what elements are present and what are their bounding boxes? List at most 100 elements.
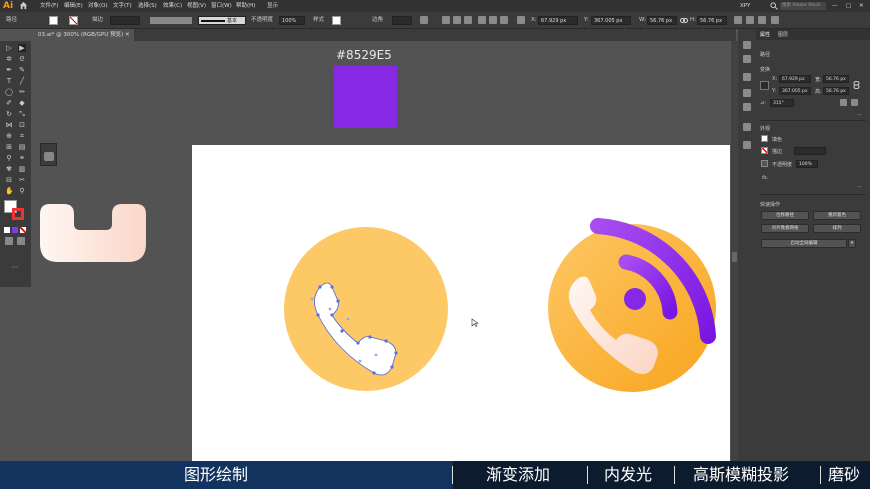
align-pixel-grid-button[interactable]: 对齐像素网格 xyxy=(761,224,809,233)
direct-selection-tool-icon[interactable]: ▶ xyxy=(18,44,26,52)
mesh-tool-icon[interactable]: ⊞ xyxy=(5,143,13,151)
phone-icon-draft[interactable] xyxy=(282,225,450,393)
menu-display[interactable]: 显示 xyxy=(267,0,278,12)
workspace-switcher[interactable]: XPY xyxy=(740,0,750,12)
panel-y-input[interactable]: 367.005 px xyxy=(779,87,811,95)
align-left-icon[interactable] xyxy=(442,16,450,24)
hand-tool-icon[interactable]: ✋ xyxy=(5,187,14,195)
more-tools-icon[interactable]: ⋯ xyxy=(11,263,19,271)
reference-point-icon[interactable] xyxy=(517,16,525,24)
variable-width-profile[interactable] xyxy=(150,17,192,24)
tab-properties[interactable]: 属性 xyxy=(760,31,770,38)
stroke-color-box[interactable] xyxy=(12,208,24,220)
appearance-more-icon[interactable]: ⋯ xyxy=(857,184,862,190)
selection-tool-icon[interactable]: ▷ xyxy=(5,44,13,52)
isolate-icon[interactable] xyxy=(746,16,754,24)
curvature-tool-icon[interactable]: ✎ xyxy=(18,66,26,74)
pen-tool-icon[interactable]: ✒ xyxy=(5,66,13,74)
document-tab[interactable]: 03.ai* @ 300% (RGB/GPU 预览) ✕ xyxy=(34,29,134,41)
rotate-input[interactable]: 315° xyxy=(770,99,794,107)
zoom-tool-icon[interactable]: ⚲ xyxy=(18,187,26,195)
panel-height-input[interactable]: 56.76 px xyxy=(823,87,849,95)
shape-builder-icon[interactable]: ⊕ xyxy=(5,132,13,140)
eyedropper-icon[interactable]: ⚲ xyxy=(5,154,13,162)
draw-mode-icon[interactable] xyxy=(5,237,13,245)
panel-width-input[interactable]: 56.76 px xyxy=(823,75,849,83)
brushes-dock-icon[interactable] xyxy=(743,123,751,131)
phone-icon-final[interactable] xyxy=(540,212,728,394)
fill-swatch[interactable] xyxy=(49,16,58,25)
recolor-button[interactable]: 重新着色 xyxy=(813,211,861,220)
panel-stroke-swatch[interactable] xyxy=(761,147,768,154)
opacity-input[interactable]: 100% xyxy=(279,16,305,25)
panel-opacity-input[interactable]: 100% xyxy=(796,160,818,168)
align-right-icon[interactable] xyxy=(464,16,472,24)
paintbrush-icon[interactable]: ✏ xyxy=(18,88,26,96)
home-icon[interactable] xyxy=(19,1,28,10)
y-input[interactable]: 367.005 px xyxy=(591,16,631,25)
stroke-weight-field[interactable] xyxy=(794,147,826,155)
perspective-grid-icon[interactable]: ⌗ xyxy=(18,132,26,140)
global-edit-button[interactable]: 启动全局编辑 xyxy=(761,239,847,248)
symbol-sprayer-icon[interactable]: ✾ xyxy=(5,165,13,173)
menu-select[interactable]: 选择(S) xyxy=(138,0,157,12)
align-center-icon[interactable] xyxy=(453,16,461,24)
flip-horizontal-icon[interactable] xyxy=(840,99,847,106)
close-tab-icon[interactable]: ✕ xyxy=(125,32,130,38)
appearance-panel-icon[interactable] xyxy=(44,152,54,161)
panel-fill-swatch[interactable] xyxy=(761,135,768,142)
lasso-icon[interactable]: ᘓ xyxy=(18,55,26,63)
gradient-mode-icon[interactable] xyxy=(12,227,18,233)
graph-tool-icon[interactable]: ▥ xyxy=(18,165,26,173)
magic-wand-icon[interactable]: ✲ xyxy=(5,55,13,63)
links-dock-icon[interactable] xyxy=(743,103,751,111)
graphic-style-swatch[interactable] xyxy=(332,16,341,25)
screen-mode-icon[interactable] xyxy=(17,237,25,245)
menu-object[interactable]: 对象(O) xyxy=(88,0,108,12)
panel-menu-icon[interactable] xyxy=(771,16,779,24)
purple-color-swatch[interactable] xyxy=(334,66,397,128)
stroke-swatch[interactable] xyxy=(69,16,78,25)
global-edit-dropdown-icon[interactable]: ▾ xyxy=(848,239,856,248)
artboards-dock-icon[interactable] xyxy=(743,73,751,81)
menu-edit[interactable]: 编辑(E) xyxy=(64,0,83,12)
recolor-icon[interactable] xyxy=(420,16,428,24)
menu-help[interactable]: 帮助(H) xyxy=(236,0,255,12)
corner-radius-input[interactable] xyxy=(392,16,412,25)
gradient-tool-icon[interactable]: ▤ xyxy=(18,143,26,151)
blend-tool-icon[interactable]: ⚭ xyxy=(18,154,26,162)
color-mode-icon[interactable] xyxy=(4,227,10,233)
line-tool-icon[interactable]: ╱ xyxy=(18,77,26,85)
arrange-documents-icon[interactable] xyxy=(758,16,766,24)
menu-file[interactable]: 文件(F) xyxy=(40,0,58,12)
menu-effect[interactable]: 效果(C) xyxy=(163,0,182,12)
reference-point-grid[interactable] xyxy=(760,81,769,90)
minimize-button[interactable]: — xyxy=(832,0,838,12)
scale-tool-icon[interactable]: ⤡ xyxy=(18,110,26,118)
vertical-scrollbar[interactable] xyxy=(731,41,738,461)
width-input[interactable]: 56.76 px xyxy=(647,16,677,25)
fx-button[interactable]: fx. xyxy=(762,175,768,181)
offset-path-button[interactable]: 位移路径 xyxy=(761,211,809,220)
rotate-tool-icon[interactable]: ↻ xyxy=(5,110,13,118)
artboard-tool-icon[interactable]: ⊟ xyxy=(5,176,13,184)
maximize-button[interactable]: □ xyxy=(846,0,851,12)
shaper-tool-icon[interactable]: ✐ xyxy=(5,99,13,107)
align-middle-icon[interactable] xyxy=(489,16,497,24)
panel-x-input[interactable]: 67.929 px xyxy=(779,75,811,83)
slice-tool-icon[interactable]: ✂ xyxy=(18,176,26,184)
transform-icon[interactable] xyxy=(734,16,742,24)
flip-vertical-icon[interactable] xyxy=(851,99,858,106)
stroke-weight-input[interactable] xyxy=(110,16,140,25)
free-transform-icon[interactable]: ⊡ xyxy=(18,121,26,129)
phone-handset-shape[interactable] xyxy=(36,200,148,266)
x-input[interactable]: 67.929 px xyxy=(538,16,578,25)
libraries-dock-icon[interactable] xyxy=(743,55,751,63)
menu-window[interactable]: 窗口(W) xyxy=(211,0,232,12)
width-tool-icon[interactable]: ⋈ xyxy=(5,121,13,129)
height-input[interactable]: 56.76 px xyxy=(697,16,727,25)
close-button[interactable]: ✕ xyxy=(859,0,864,12)
brush-definition[interactable]: 基本 xyxy=(198,16,246,25)
symbols-dock-icon[interactable] xyxy=(743,141,751,149)
link-icon[interactable] xyxy=(680,17,688,24)
